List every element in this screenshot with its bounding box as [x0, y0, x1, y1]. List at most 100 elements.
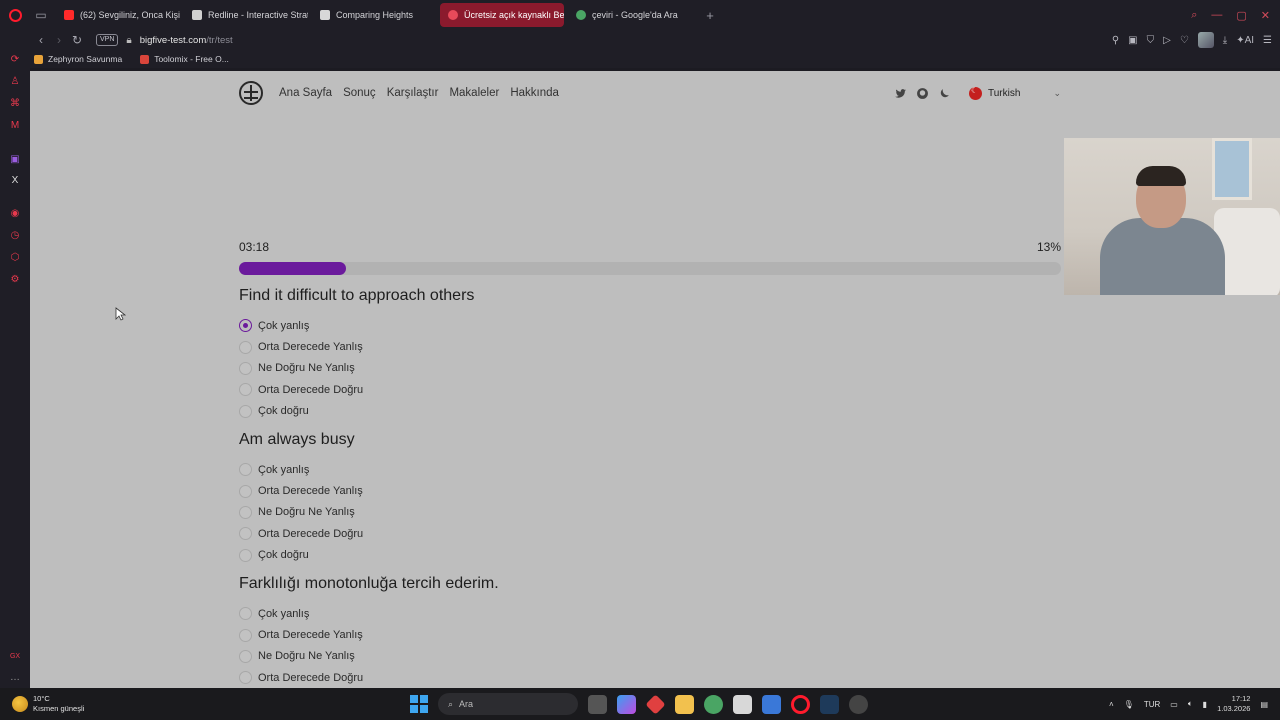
option-q1-3[interactable]: Ne Doğru Ne Yanlış: [239, 358, 839, 379]
option-q1-5[interactable]: Çok doğru: [239, 401, 839, 422]
steam-icon[interactable]: [820, 694, 839, 714]
radio-button[interactable]: [239, 671, 252, 685]
heart-icon[interactable]: ♡: [1180, 35, 1189, 46]
option-q1-1[interactable]: Çok yanlış: [239, 315, 839, 336]
bookmark-toolomix[interactable]: Toolomix - Free O...: [140, 54, 229, 64]
shield-icon[interactable]: ⛉: [1147, 35, 1155, 46]
option-q2-3[interactable]: Ne Doğru Ne Yanlış: [239, 502, 839, 523]
file-explorer-icon[interactable]: [675, 694, 694, 714]
tab-bigfive-active[interactable]: Ücretsiz açık kaynaklı Beş: [440, 3, 564, 27]
radio-button[interactable]: [239, 404, 252, 418]
input-language[interactable]: TUR: [1144, 700, 1160, 709]
battery-icon[interactable]: ▮: [1203, 700, 1207, 709]
mail-icon[interactable]: [762, 694, 781, 714]
bookmark-zephyron[interactable]: Zephyron Savunma: [34, 54, 122, 64]
new-tab-button[interactable]: +: [698, 3, 722, 27]
forward-icon[interactable]: ›: [50, 33, 68, 47]
bag-icon[interactable]: ♙: [9, 75, 21, 87]
radio-button[interactable]: [239, 548, 252, 562]
ai-icon[interactable]: ✦AI: [1236, 35, 1254, 46]
play-icon[interactable]: ▷: [1163, 35, 1171, 46]
radio-button[interactable]: [239, 340, 252, 354]
task-view-icon[interactable]: [588, 694, 607, 714]
tray-chevron-up-icon[interactable]: ˄: [1109, 700, 1114, 709]
app-red-icon[interactable]: [645, 693, 666, 715]
nav-compare[interactable]: Karşılaştır: [387, 87, 439, 99]
language-select[interactable]: Turkish ⌄: [965, 82, 1061, 104]
option-q3-4[interactable]: Orta Derecede Doğru: [239, 667, 839, 688]
tab-redline[interactable]: Redline - Interactive Strat: [184, 3, 308, 27]
messenger-icon[interactable]: M: [9, 119, 21, 131]
radio-button[interactable]: [239, 649, 252, 663]
clock[interactable]: 17:12 1.03.2026: [1217, 694, 1250, 714]
maximize-icon[interactable]: ▢: [1236, 9, 1246, 22]
copilot-icon[interactable]: [617, 694, 636, 714]
radio-button[interactable]: [239, 463, 252, 477]
download-icon[interactable]: ⤓: [1223, 35, 1227, 46]
gx-icon[interactable]: GX: [9, 650, 21, 662]
option-q2-1[interactable]: Çok yanlış: [239, 459, 839, 480]
radio-button[interactable]: [239, 628, 252, 642]
taskbar-search[interactable]: ⌕ Ara: [438, 693, 578, 715]
radio-button[interactable]: [239, 383, 252, 397]
search-tabs-icon[interactable]: ⌕: [1191, 9, 1197, 22]
tab-comparing-heights[interactable]: Comparing Heights: [312, 3, 436, 27]
nav-articles[interactable]: Makaleler: [449, 87, 499, 99]
radio-button[interactable]: [239, 484, 252, 498]
option-q2-4[interactable]: Orta Derecede Doğru: [239, 523, 839, 544]
app-gear-icon[interactable]: [849, 694, 868, 714]
snapshot-icon[interactable]: ▣: [1128, 35, 1137, 46]
store-icon[interactable]: [733, 694, 752, 714]
twitch-icon[interactable]: ▣: [9, 153, 21, 165]
x-icon[interactable]: X: [9, 174, 21, 186]
nav-home[interactable]: Ana Sayfa: [279, 87, 332, 99]
option-q3-3[interactable]: Ne Doğru Ne Yanlış: [239, 646, 839, 667]
tab-youtube[interactable]: (62) Sevgiliniz, Onca Kişi /: [56, 3, 180, 27]
pin-icon[interactable]: ⚲: [1112, 35, 1119, 46]
radio-button[interactable]: [239, 527, 252, 541]
clock-icon[interactable]: ◷: [9, 229, 21, 241]
opera-logo-icon[interactable]: [0, 0, 30, 30]
settings-icon[interactable]: ⚙: [9, 273, 21, 285]
radio-button[interactable]: [239, 505, 252, 519]
radio-button[interactable]: [239, 607, 252, 621]
lock-icon[interactable]: 🔒︎: [126, 35, 131, 46]
brain-logo-icon[interactable]: [239, 81, 263, 105]
url-field[interactable]: bigfive-test.com/tr/test: [140, 35, 233, 46]
network-icon[interactable]: ▭: [1170, 700, 1178, 709]
vpn-badge[interactable]: VPN: [96, 34, 119, 46]
menu-icon[interactable]: ☰: [1263, 35, 1272, 46]
profile-avatar[interactable]: [1197, 32, 1214, 48]
nav-about[interactable]: Hakkında: [510, 87, 559, 99]
volume-icon[interactable]: 🔈︎: [1188, 699, 1193, 709]
nav-result[interactable]: Sonuç: [343, 87, 376, 99]
notifications-icon[interactable]: ▤: [1260, 700, 1268, 709]
close-icon[interactable]: ✕: [1261, 9, 1270, 22]
option-q1-4[interactable]: Orta Derecede Doğru: [239, 379, 839, 400]
minimize-icon[interactable]: —: [1211, 9, 1222, 22]
option-q2-5[interactable]: Çok doğru: [239, 545, 839, 566]
extensions-icon[interactable]: ⬡: [9, 251, 21, 263]
option-q3-1[interactable]: Çok yanlış: [239, 603, 839, 624]
controller-icon[interactable]: ⌘: [9, 97, 21, 109]
player-icon[interactable]: ◉: [9, 207, 21, 219]
twitter-icon[interactable]: [894, 87, 907, 100]
reload-icon[interactable]: ↻: [68, 33, 86, 47]
tab-google-search[interactable]: çeviri - Google'da Ara: [568, 3, 692, 27]
option-q2-2[interactable]: Orta Derecede Yanlış: [239, 480, 839, 501]
option-q3-2[interactable]: Orta Derecede Yanlış: [239, 624, 839, 645]
dark-mode-icon[interactable]: [938, 87, 951, 100]
radio-button[interactable]: [239, 319, 252, 333]
weather-widget[interactable]: 10°C Kısmen güneşli: [0, 694, 180, 714]
chrome-icon[interactable]: [704, 694, 723, 714]
windows-start-icon[interactable]: [410, 695, 428, 713]
option-q1-2[interactable]: Orta Derecede Yanlış: [239, 336, 839, 357]
github-icon[interactable]: [916, 87, 929, 100]
more-icon[interactable]: …: [9, 671, 21, 683]
back-icon[interactable]: ‹: [32, 33, 50, 47]
tab-menu-icon[interactable]: ▭: [30, 0, 52, 30]
microphone-icon[interactable]: 🎙︎: [1124, 700, 1134, 709]
history-icon[interactable]: ⟳: [9, 53, 21, 65]
opera-gx-icon[interactable]: [791, 694, 810, 714]
radio-button[interactable]: [239, 361, 252, 375]
